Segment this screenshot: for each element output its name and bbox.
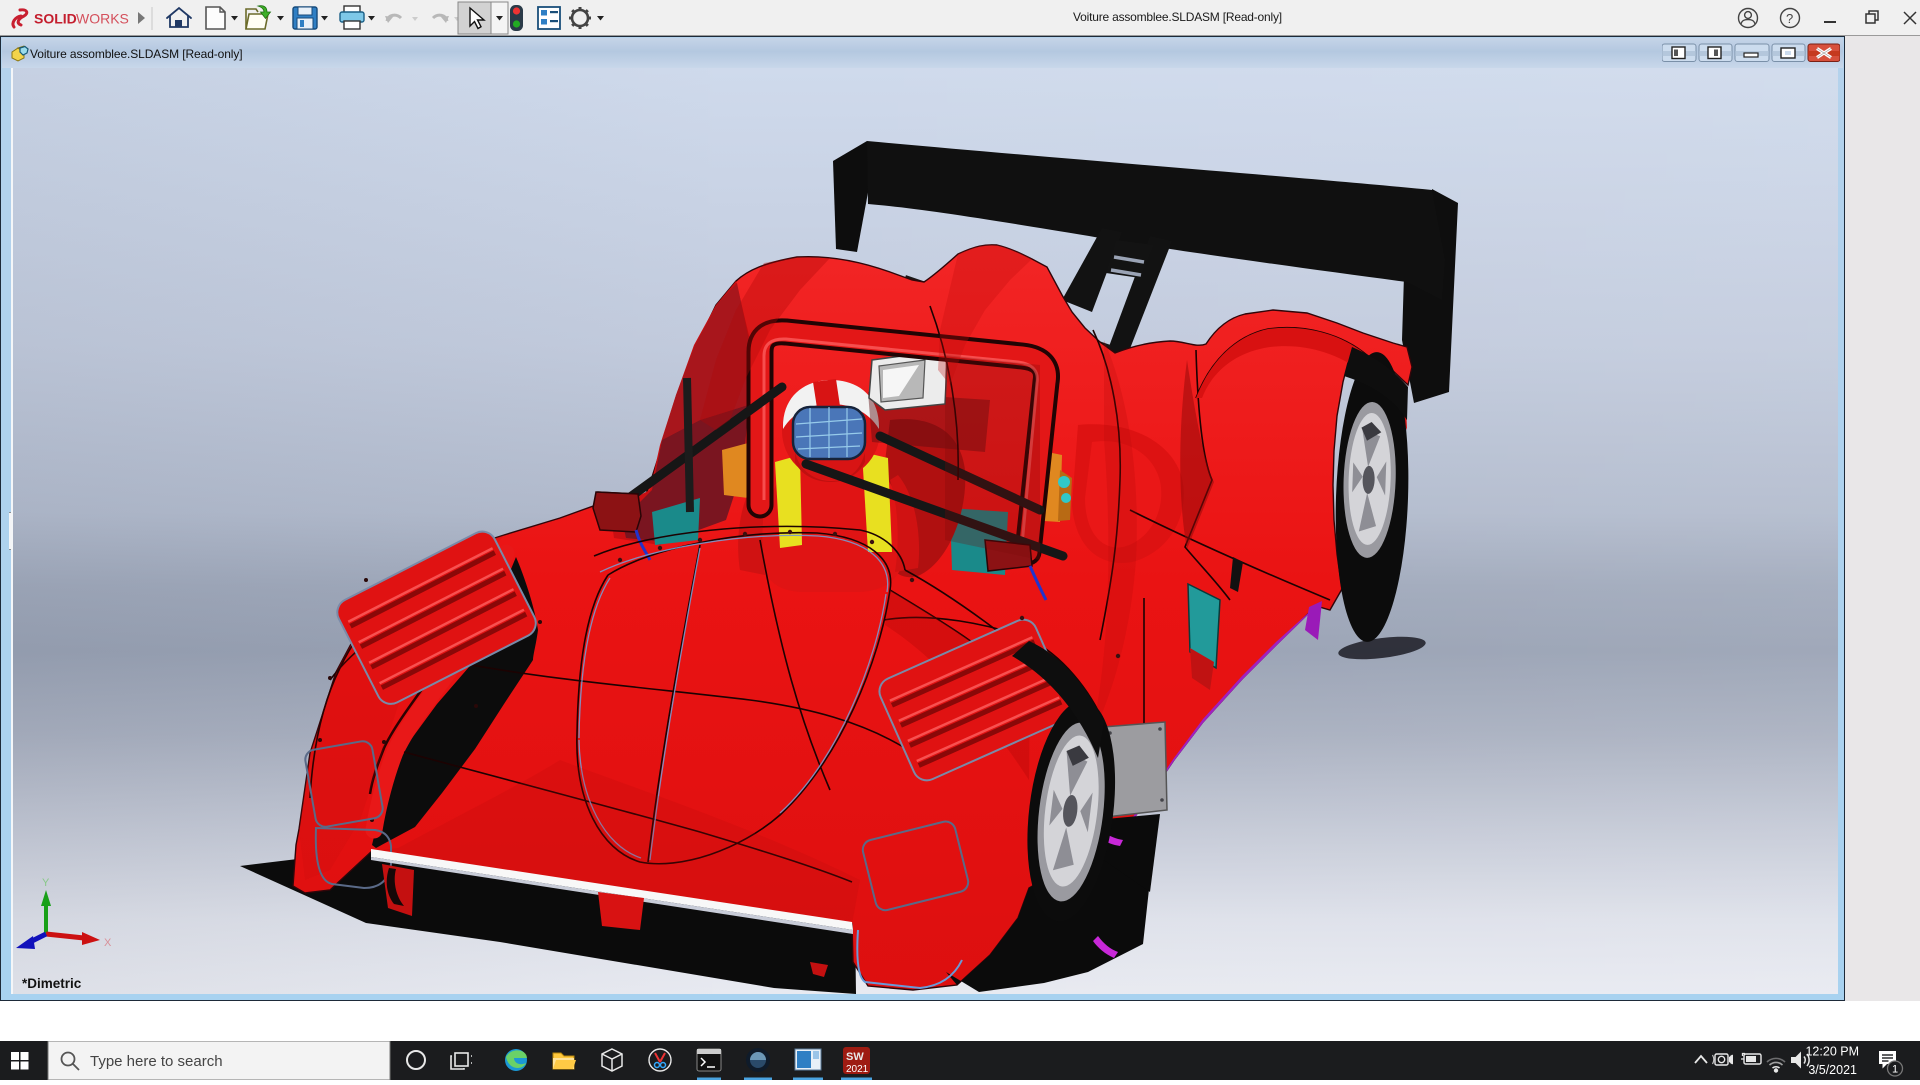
svg-text:Y: Y <box>42 877 50 889</box>
svg-text:1: 1 <box>1892 1064 1898 1076</box>
svg-text:X: X <box>104 937 112 949</box>
svg-text:SOLID: SOLID <box>34 11 77 27</box>
svg-text:?: ? <box>1786 11 1793 26</box>
svg-text:SW: SW <box>846 1051 864 1063</box>
svg-text:3/5/2021: 3/5/2021 <box>1808 1063 1857 1077</box>
svg-text:WORKS: WORKS <box>76 11 129 27</box>
svg-text:12:20 PM: 12:20 PM <box>1805 1045 1859 1059</box>
svg-text:Type here to search: Type here to search <box>90 1053 223 1070</box>
svg-text:2021: 2021 <box>846 1064 869 1075</box>
